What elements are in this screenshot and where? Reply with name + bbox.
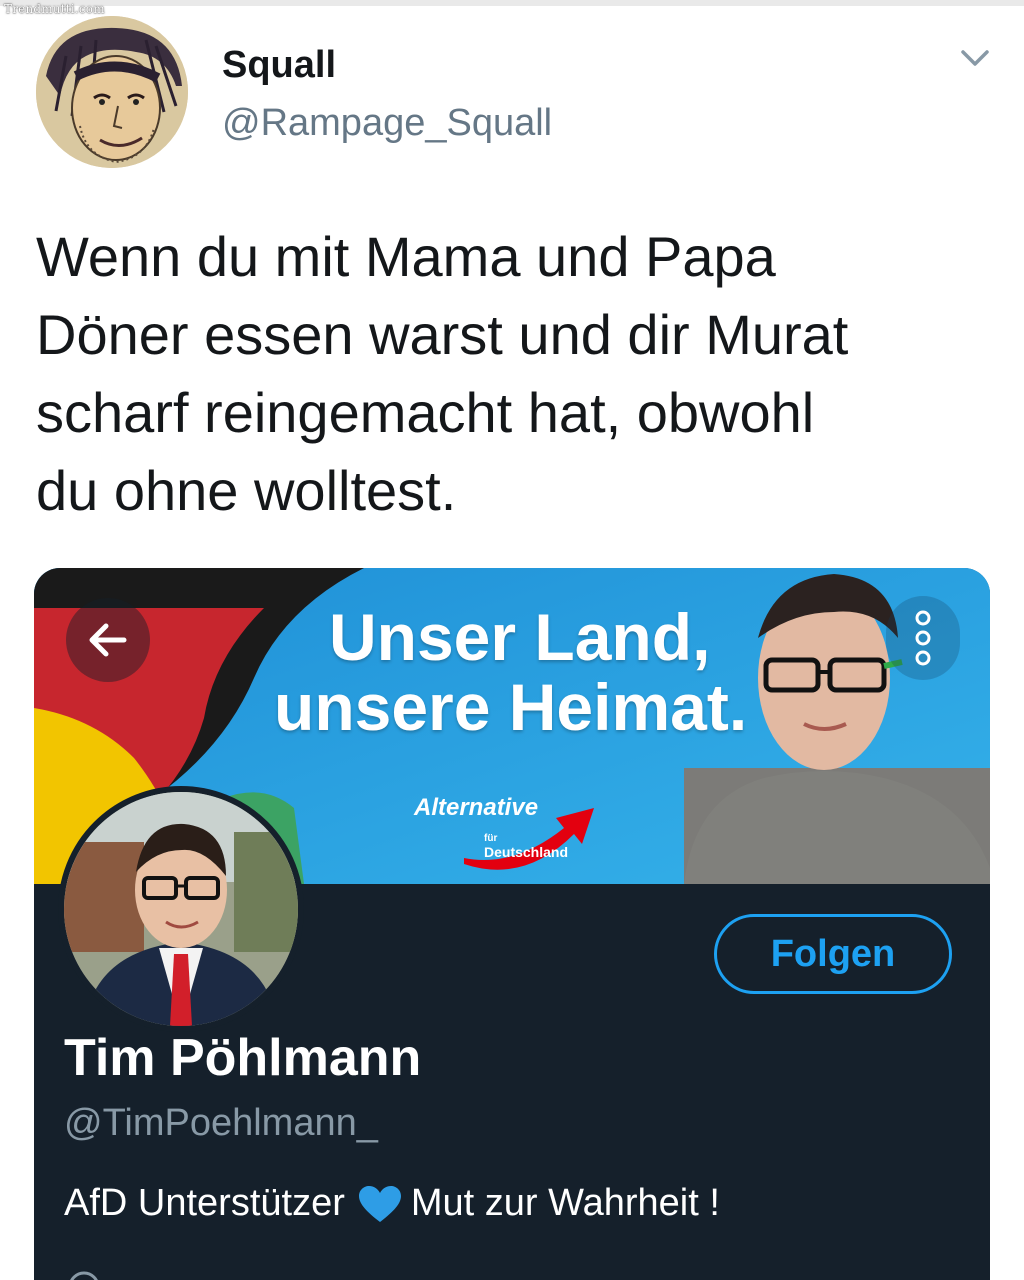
top-divider [0, 0, 1024, 6]
author-handle[interactable]: @Rampage_Squall [222, 102, 552, 145]
banner-slogan-line1: Unser Land, [329, 600, 711, 674]
arrow-left-icon [89, 623, 127, 657]
tweet-line: Wenn du mit Mama und Papa [36, 225, 776, 288]
more-options-button[interactable] [886, 596, 960, 680]
profile-avatar[interactable] [58, 786, 304, 1032]
bio-text-after: Mut zur Wahrheit ! [410, 1182, 720, 1224]
profile-bio: AfD Unterstützer Mut zur Wahrheit ! [64, 1182, 720, 1225]
more-vertical-icon [915, 610, 931, 666]
tweet-line: du ohne wolltest. [36, 459, 457, 522]
follow-button[interactable]: Folgen [714, 914, 952, 994]
chevron-down-icon[interactable] [955, 44, 995, 74]
screenshot: Trendmutti.com Squall @Rampage_Squall We… [0, 0, 1024, 1280]
tweet-text: Wenn du mit Mama und Papa Döner essen wa… [36, 218, 996, 530]
location-icon [70, 1271, 98, 1280]
tweet-line: scharf reingemacht hat, obwohl [36, 381, 815, 444]
back-button[interactable] [66, 598, 150, 682]
party-logo: Alternative für Deutschland [414, 794, 568, 860]
tweet-line: Döner essen warst und dir Murat [36, 303, 849, 366]
bio-text-before: AfD Unterstützer [64, 1182, 345, 1224]
banner-slogan-line2: unsere Heimat. [274, 670, 748, 744]
watermark: Trendmutti.com [4, 2, 105, 16]
party-logo-country: Deutschland [484, 844, 569, 860]
party-logo-small: für [484, 833, 498, 844]
profile-handle: @TimPoehlmann_ [64, 1102, 378, 1144]
party-logo-main: Alternative [414, 794, 539, 821]
embedded-profile-card[interactable]: Unser Land, unsere Heimat. Alternative f… [34, 568, 990, 1280]
author-avatar[interactable] [36, 16, 188, 168]
author-name[interactable]: Squall [222, 44, 336, 87]
profile-name: Tim Pöhlmann [64, 1029, 422, 1087]
location-line-cropped [64, 1258, 104, 1280]
blue-heart-icon [357, 1184, 403, 1224]
